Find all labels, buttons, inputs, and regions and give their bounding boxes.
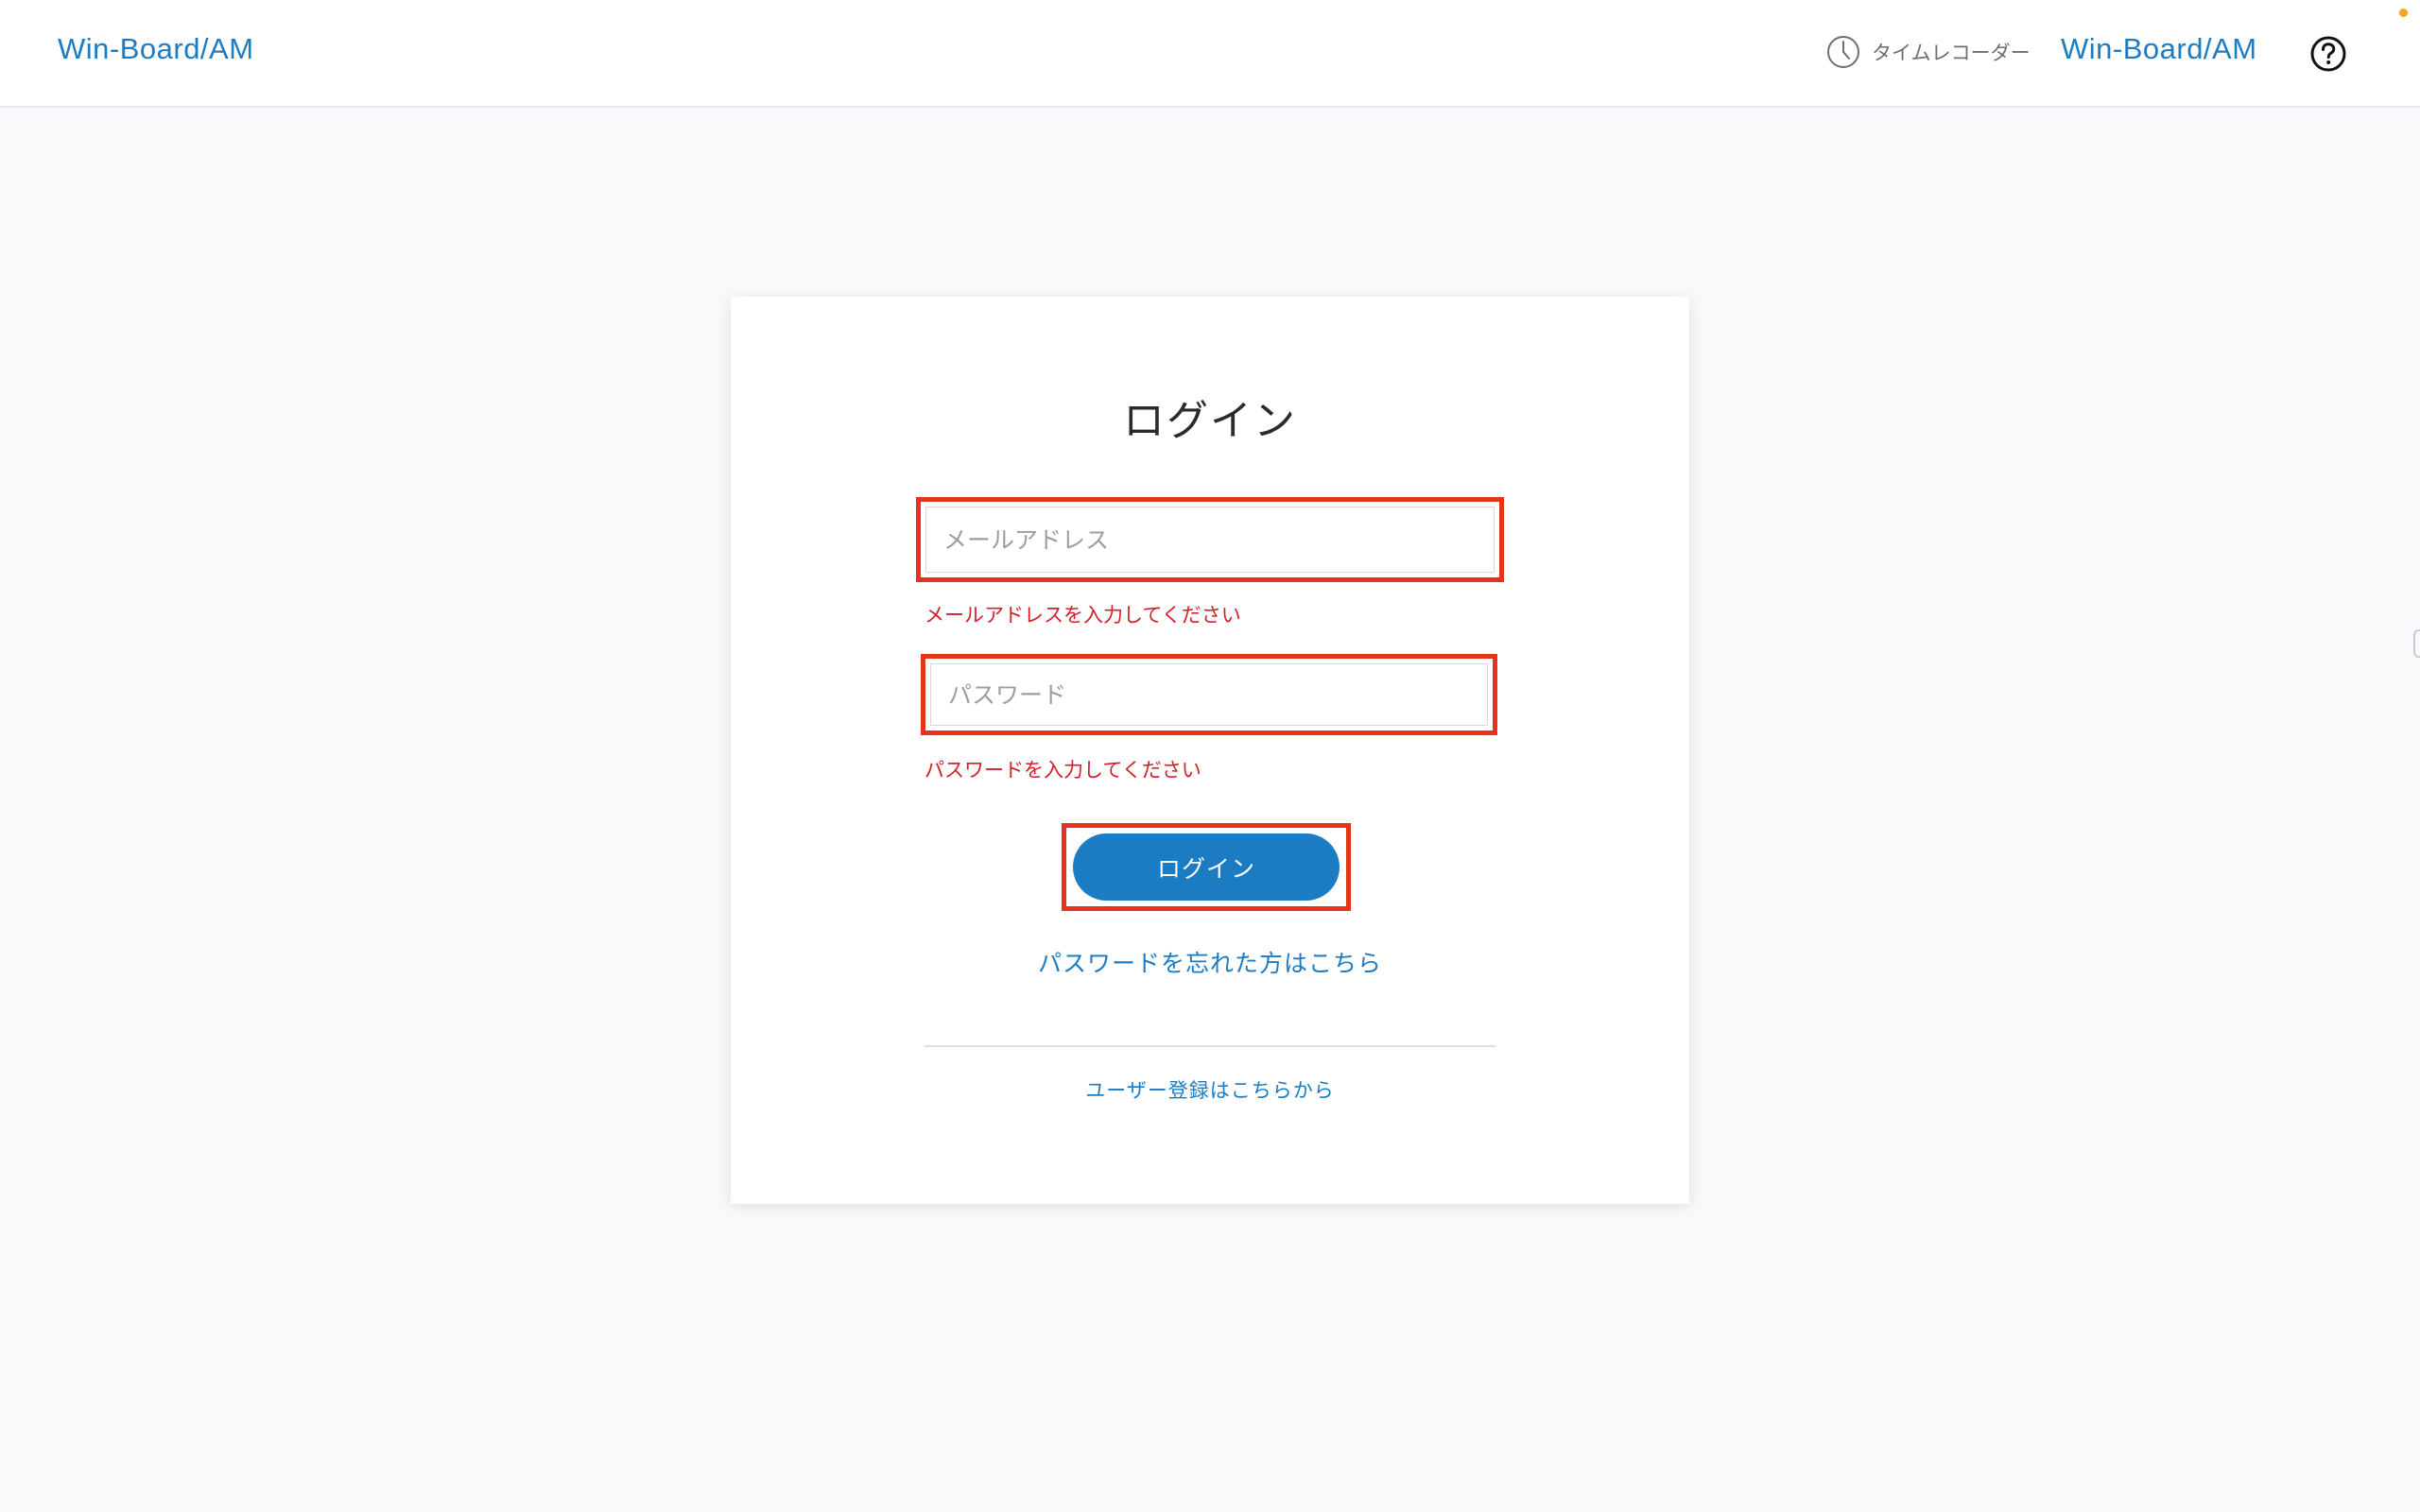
- question-circle-icon: [2310, 36, 2346, 72]
- brand-logo-link[interactable]: Win-Board/AM: [58, 32, 254, 66]
- password-field-highlight: [921, 654, 1497, 735]
- clock-icon: [1827, 36, 1859, 68]
- password-input[interactable]: [930, 663, 1488, 726]
- login-title: ログイン: [1123, 397, 1297, 445]
- app-header: Win-Board/AM タイムレコーダー Win-Board/AM: [0, 0, 2420, 108]
- login-button[interactable]: ログイン: [1073, 833, 1340, 901]
- forgot-password-link[interactable]: パスワードを忘れた方はこちら: [731, 945, 1689, 979]
- divider: [925, 1045, 1495, 1047]
- help-button[interactable]: [2309, 35, 2347, 73]
- account-name-link[interactable]: Win-Board/AM: [2061, 32, 2257, 66]
- register-link[interactable]: ユーザー登録はこちらから: [731, 1075, 1689, 1104]
- login-card: ログイン メールアドレスを入力してください パスワードを入力してください ログイ…: [731, 297, 1689, 1204]
- email-field-highlight: [916, 497, 1504, 582]
- time-recorder-link[interactable]: タイムレコーダー: [1826, 34, 2031, 70]
- side-panel-handle[interactable]: [2413, 629, 2420, 658]
- email-input[interactable]: [925, 507, 1495, 573]
- password-error-message: パスワードを入力してください: [925, 759, 1201, 782]
- notification-dot: [2399, 9, 2408, 17]
- login-button-highlight: ログイン: [1062, 823, 1351, 911]
- email-error-message: メールアドレスを入力してください: [925, 604, 1241, 627]
- time-recorder-label: タイムレコーダー: [1872, 42, 2031, 64]
